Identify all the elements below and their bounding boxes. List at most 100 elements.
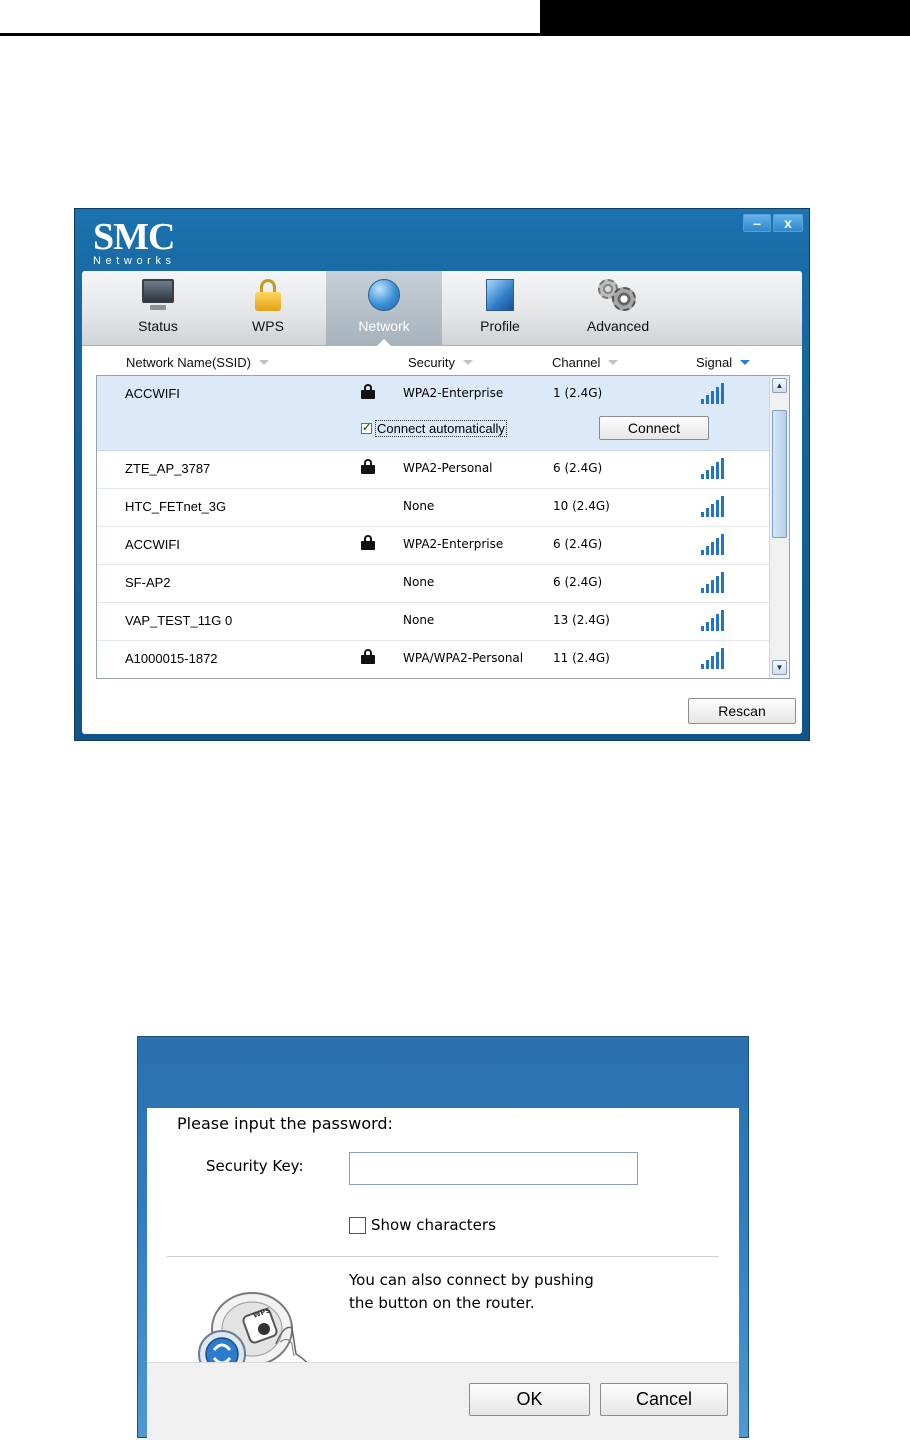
- channel-cell: 13 (2.4G): [553, 613, 610, 627]
- signal-strength-icon: [701, 609, 729, 631]
- tab-wps[interactable]: WPS: [218, 271, 318, 345]
- tab-advanced[interactable]: Advanced: [568, 271, 668, 345]
- network-row[interactable]: A1000015-1872 WPA/WPA2-Personal 11 (2.4G…: [97, 641, 769, 678]
- sort-arrow-icon: [608, 360, 619, 365]
- tab-status[interactable]: Status: [108, 271, 208, 345]
- tab-network[interactable]: Network: [326, 271, 442, 345]
- security-key-input[interactable]: [349, 1152, 638, 1185]
- signal-strength-icon: [701, 495, 729, 517]
- profile-icon: [486, 279, 514, 311]
- ssid-cell: ZTE_AP_3787: [125, 461, 211, 476]
- security-cell: WPA2-Personal: [403, 461, 493, 475]
- scroll-up-icon[interactable]: ▲: [772, 378, 787, 393]
- wps-hint-text: You can also connect by pushing the butt…: [349, 1269, 594, 1315]
- network-row[interactable]: HTC_FETnet_3G None 10 (2.4G): [97, 489, 769, 527]
- column-header-channel-label: Channel: [552, 355, 601, 370]
- padlock-icon: [361, 384, 375, 399]
- security-cell: None: [403, 575, 435, 589]
- connect-button[interactable]: Connect: [599, 416, 709, 440]
- tab-label: Profile: [480, 318, 520, 334]
- ssid-cell: ACCWIFI: [125, 537, 180, 552]
- close-button[interactable]: x: [773, 214, 803, 232]
- window-controls: – x: [743, 214, 803, 232]
- column-header-security-label: Security: [408, 355, 455, 370]
- signal-strength-icon: [701, 382, 729, 404]
- network-row[interactable]: ACCWIFI WPA2-Enterprise 6 (2.4G): [97, 527, 769, 565]
- column-header-channel[interactable]: Channel: [552, 355, 619, 370]
- network-list-scrollbar[interactable]: ▲ ▼: [769, 376, 789, 678]
- ssid-cell: HTC_FETnet_3G: [125, 499, 227, 514]
- column-header-signal[interactable]: Signal: [696, 355, 751, 370]
- logo-text: SMC: [93, 216, 175, 258]
- password-dialog-body: Please input the password: Security Key:…: [147, 1108, 739, 1440]
- scroll-down-icon[interactable]: ▼: [772, 660, 787, 675]
- dialog-footer: OK Cancel: [147, 1362, 739, 1440]
- show-characters-label: Show characters: [371, 1216, 496, 1234]
- smc-logo: SMC Networks: [93, 216, 176, 267]
- column-header-ssid-label: Network Name(SSID): [126, 355, 251, 370]
- padlock-icon: [361, 535, 375, 550]
- security-cell: WPA/WPA2-Personal: [403, 651, 524, 665]
- network-list: ACCWIFI WPA2-Enterprise 1 (2.4G) Connect…: [96, 375, 790, 679]
- tab-label: Network: [358, 318, 410, 334]
- lock-icon: [255, 279, 281, 311]
- network-row[interactable]: VAP_TEST_11G 0 None 13 (2.4G): [97, 603, 769, 641]
- security-cell: WPA2-Enterprise: [403, 386, 504, 400]
- padlock-icon: [361, 649, 375, 664]
- monitor-icon: [142, 279, 174, 303]
- sort-arrow-icon: [462, 360, 473, 365]
- channel-cell: 1 (2.4G): [553, 386, 603, 400]
- connect-automatically-label: Connect automatically: [375, 420, 507, 437]
- globe-icon: [368, 279, 400, 311]
- sort-arrow-icon: [258, 360, 269, 365]
- column-header-security[interactable]: Security: [408, 355, 473, 370]
- network-row[interactable]: SF-AP2 None 6 (2.4G): [97, 565, 769, 603]
- security-cell: None: [403, 499, 435, 513]
- padlock-icon: [361, 459, 375, 474]
- tab-label: Advanced: [586, 318, 650, 334]
- main-panel: Status WPS Network Profile Advanced Netw…: [82, 271, 802, 734]
- wps-hint-line-2: the button on the router.: [349, 1294, 535, 1312]
- show-characters-checkbox[interactable]: Show characters: [349, 1216, 496, 1234]
- channel-cell: 11 (2.4G): [553, 651, 610, 665]
- signal-strength-icon: [701, 533, 729, 555]
- ssid-cell: SF-AP2: [125, 575, 171, 590]
- tab-label: Status: [138, 318, 178, 334]
- tab-profile[interactable]: Profile: [450, 271, 550, 345]
- minimize-button[interactable]: –: [743, 214, 771, 232]
- column-header-ssid[interactable]: Network Name(SSID): [126, 355, 269, 370]
- ok-button[interactable]: OK: [469, 1383, 590, 1416]
- wps-hint-line-1: You can also connect by pushing: [349, 1271, 594, 1289]
- ssid-cell: ACCWIFI: [125, 386, 180, 401]
- network-row-selected[interactable]: ACCWIFI WPA2-Enterprise 1 (2.4G) Connect…: [97, 376, 769, 451]
- signal-strength-icon: [701, 571, 729, 593]
- column-headers: Network Name(SSID) Security Channel Sign…: [82, 347, 802, 377]
- cancel-button[interactable]: Cancel: [600, 1383, 728, 1416]
- scrollbar-thumb[interactable]: [772, 410, 787, 538]
- signal-strength-icon: [701, 647, 729, 669]
- channel-cell: 6 (2.4G): [553, 575, 603, 589]
- checkbox-unchecked-icon: [349, 1216, 366, 1234]
- network-row[interactable]: ZTE_AP_3787 WPA2-Personal 6 (2.4G): [97, 451, 769, 489]
- sort-arrow-active-icon: [740, 360, 751, 365]
- checkbox-checked-icon: [361, 421, 372, 434]
- channel-cell: 6 (2.4G): [553, 461, 603, 475]
- password-prompt: Please input the password:: [177, 1114, 393, 1133]
- divider: [167, 1256, 719, 1257]
- document-header-rule: [0, 33, 540, 36]
- channel-cell: 6 (2.4G): [553, 537, 603, 551]
- channel-cell: 10 (2.4G): [553, 499, 610, 513]
- toolbar: Status WPS Network Profile Advanced: [82, 271, 802, 346]
- document-header-block: [540, 0, 910, 36]
- signal-strength-icon: [701, 457, 729, 479]
- tab-label: WPS: [252, 318, 284, 334]
- smc-utility-window: SMC Networks – x Status WPS Network Prof…: [74, 208, 810, 741]
- gears-icon: [598, 279, 638, 311]
- column-header-signal-label: Signal: [696, 355, 733, 370]
- connect-automatically-checkbox[interactable]: Connect automatically: [361, 420, 507, 437]
- security-key-label: Security Key:: [206, 1157, 304, 1175]
- logo-subtext: Networks: [93, 255, 176, 267]
- ssid-cell: A1000015-1872: [125, 651, 218, 666]
- rescan-button[interactable]: Rescan: [688, 698, 796, 724]
- security-cell: WPA2-Enterprise: [403, 537, 504, 551]
